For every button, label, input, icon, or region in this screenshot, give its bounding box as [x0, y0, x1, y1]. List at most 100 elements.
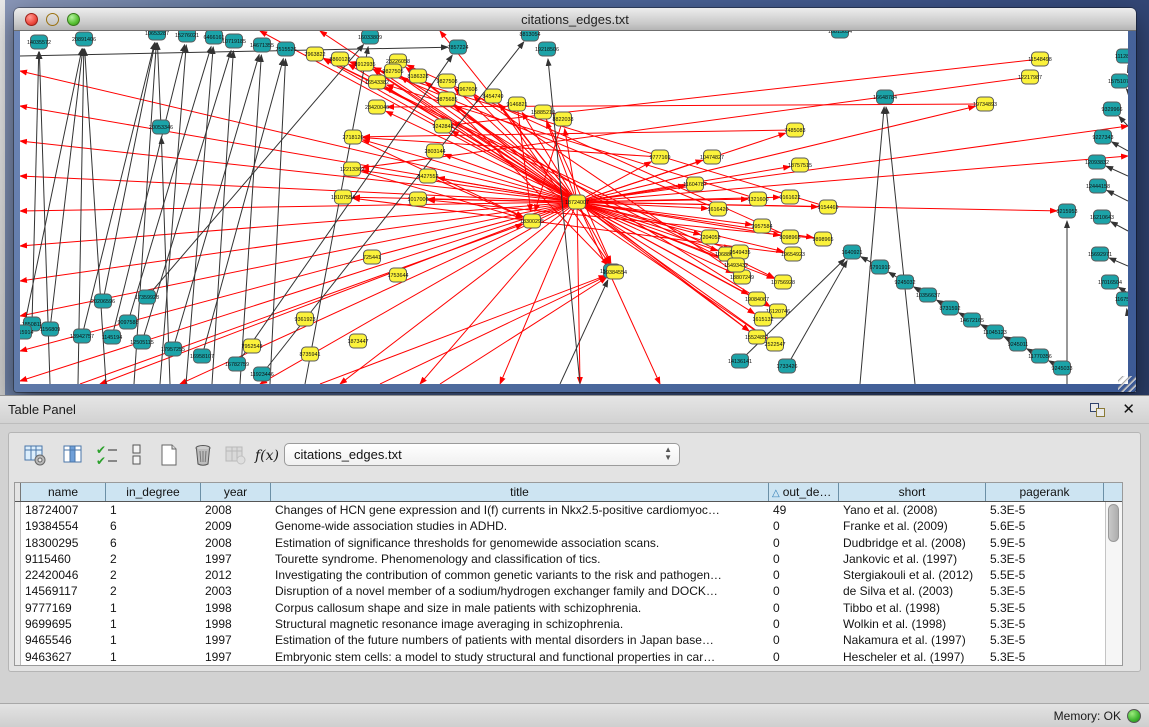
- cell: 2: [106, 551, 201, 567]
- window-resize-grip[interactable]: [1118, 376, 1136, 392]
- node-label: 12217987: [1018, 75, 1042, 81]
- table-row[interactable]: 946554611997Estimation of the future num…: [15, 632, 1105, 648]
- float-window-icon[interactable]: [1090, 403, 1105, 417]
- table-row[interactable]: 977716911998Corpus callosum shape and si…: [15, 600, 1105, 616]
- window-titlebar[interactable]: citations_edges.txt: [14, 8, 1136, 31]
- table-row[interactable]: 2242004622012Investigating the contribut…: [15, 567, 1105, 583]
- node-label: 9875685: [437, 97, 458, 103]
- network-edge: [548, 59, 580, 384]
- table-row[interactable]: 946362711997Embryonic stem cells: a mode…: [15, 649, 1105, 665]
- network-edge: [380, 276, 606, 384]
- node-label: 15493432: [724, 263, 748, 269]
- node-label: 3915914: [20, 330, 34, 336]
- cell: 1: [106, 649, 201, 665]
- node-label: 8822038: [553, 117, 574, 123]
- node-label: 8735941: [300, 352, 321, 358]
- node-label: 17016504: [1098, 280, 1122, 286]
- cell: Estimation of significance thresholds fo…: [271, 535, 769, 551]
- node-label: 1733426: [777, 364, 798, 370]
- network-edge: [387, 104, 985, 107]
- column-header-title[interactable]: title: [271, 483, 769, 501]
- cell: Corpus callosum shape and size in male p…: [271, 600, 769, 616]
- node-label: 16210643: [1090, 215, 1114, 221]
- close-button[interactable]: [25, 13, 38, 26]
- node-label: 14136141: [728, 359, 752, 365]
- network-edge: [1107, 190, 1128, 201]
- vertical-scrollbar[interactable]: [1105, 502, 1122, 665]
- cell: 5.6E-5: [986, 518, 1104, 534]
- network-window: citations_edges.txt 14035572208914061065…: [14, 8, 1136, 392]
- zoom-button[interactable]: [67, 13, 80, 26]
- node-label: 14671355: [250, 43, 274, 49]
- network-edge: [787, 261, 847, 366]
- network-edge: [860, 107, 884, 384]
- column-header-short[interactable]: short: [839, 483, 986, 501]
- cell: 0: [769, 649, 839, 665]
- node-label: 18300295: [520, 219, 544, 225]
- cell: 1: [106, 632, 201, 648]
- node-label: 20053346: [149, 125, 173, 131]
- cell: 5.3E-5: [986, 583, 1104, 599]
- node-label: 8454749: [483, 94, 504, 100]
- node-label: 9242848: [433, 124, 454, 130]
- cell: 5.3E-5: [986, 616, 1104, 632]
- node-label: 16813054: [828, 31, 852, 35]
- node-label: 12093832: [1085, 160, 1109, 166]
- create-column-icon[interactable]: [155, 441, 183, 469]
- desktop-background: citations_edges.txt 14035572208914061065…: [0, 0, 1149, 395]
- table-row[interactable]: 1938455462009Genome-wide association stu…: [15, 518, 1105, 534]
- select-rows-icon[interactable]: ✔✔: [93, 441, 121, 469]
- delete-column-icon[interactable]: [189, 441, 217, 469]
- network-edge: [240, 55, 261, 384]
- network-edge: [20, 202, 577, 281]
- column-header-name[interactable]: name: [21, 483, 106, 501]
- network-edge: [186, 47, 213, 384]
- minimize-button[interactable]: [46, 13, 59, 26]
- node-label: 9245033: [1052, 366, 1073, 372]
- network-edge: [493, 96, 609, 264]
- cell: 9699695: [21, 616, 106, 632]
- cell: 5.3E-5: [986, 600, 1104, 616]
- table-mode-icon[interactable]: [21, 441, 49, 469]
- network-edge: [500, 202, 577, 384]
- table-selector-combo[interactable]: citations_edges.txt ▲▼: [284, 443, 680, 466]
- network-edge: [157, 43, 161, 127]
- node-label: 10474827: [700, 155, 724, 161]
- cell: Jankovic et al. (1997): [839, 551, 986, 567]
- node-label: 9777169: [650, 155, 671, 161]
- node-label: 16543382: [365, 80, 389, 86]
- memory-ok-indicator-icon: [1127, 709, 1141, 723]
- table-row[interactable]: 969969511998Structural magnetic resonanc…: [15, 616, 1105, 632]
- node-label: 9146821: [507, 102, 528, 108]
- cell: 9465546: [21, 632, 106, 648]
- node-label: 7963822: [305, 52, 326, 58]
- network-canvas[interactable]: 1403557220891406106532871527602164661611…: [20, 31, 1128, 384]
- row-height-icon[interactable]: [123, 441, 151, 469]
- cell: 18724007: [21, 502, 106, 518]
- cell: Changes of HCN gene expression and I(f) …: [271, 502, 769, 518]
- network-edge: [886, 107, 915, 384]
- function-builder-icon[interactable]: f(x): [253, 441, 281, 469]
- cell: 0: [769, 551, 839, 567]
- column-header-year[interactable]: year: [201, 483, 271, 501]
- scrollbar-thumb[interactable]: [1108, 504, 1119, 542]
- node-label: 1156809: [40, 327, 61, 333]
- node-table: namein_degreeyeartitle△out_de…shortpager…: [14, 482, 1123, 666]
- node-label: 10356637: [916, 293, 940, 299]
- table-row[interactable]: 1872400712008Changes of HCN gene express…: [15, 502, 1105, 518]
- delete-table-icon[interactable]: [221, 441, 249, 469]
- column-header-out_de…[interactable]: △out_de…: [769, 483, 839, 501]
- table-row[interactable]: 911546021997Tourette syndrome. Phenomeno…: [15, 551, 1105, 567]
- table-header-row: namein_degreeyeartitle△out_de…shortpager…: [15, 483, 1122, 502]
- table-row[interactable]: 1830029562008Estimation of significance …: [15, 535, 1105, 551]
- node-label: 17359928: [135, 295, 159, 301]
- node-label: 15692971: [1088, 252, 1112, 258]
- network-edge: [1126, 89, 1128, 91]
- table-row[interactable]: 1456911722003Disruption of a novel membe…: [15, 583, 1105, 599]
- network-view[interactable]: 1403557220891406106532871527602164661611…: [20, 31, 1128, 384]
- close-panel-icon[interactable]: ✕: [1122, 400, 1135, 418]
- show-columns-icon[interactable]: [59, 441, 87, 469]
- column-header-pagerank[interactable]: pagerank: [986, 483, 1104, 501]
- column-header-in_degree[interactable]: in_degree: [106, 483, 201, 501]
- status-bar: Memory: OK: [0, 703, 1149, 727]
